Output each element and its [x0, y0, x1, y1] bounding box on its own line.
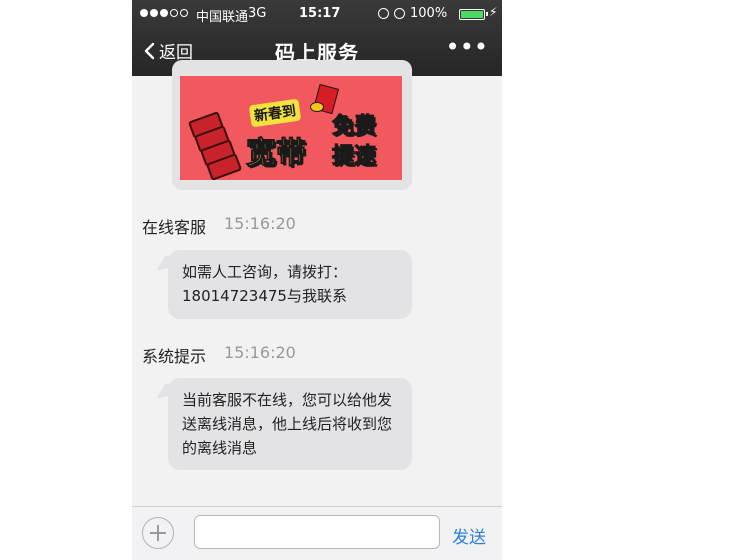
banner-top-text: 新春到	[248, 98, 302, 128]
status-time: 15:17	[299, 6, 341, 21]
message-sender: 在线客服	[142, 218, 207, 237]
message-time: 15:16:20	[224, 214, 296, 233]
carrier-label: 中国联通	[196, 10, 249, 25]
signal-dots-icon	[140, 9, 188, 17]
banner-side-text-2: 提速	[331, 144, 377, 170]
message-input[interactable]	[194, 515, 440, 549]
battery-percent: 100%	[410, 6, 448, 21]
banner-side-text-1: 免费	[331, 114, 377, 140]
promo-banner-image[interactable]: 新春到 宽带 免费 提速	[180, 76, 402, 180]
message-sender: 系统提示	[142, 347, 207, 366]
network-type: 3G	[248, 6, 267, 21]
message-bubble: 如需人工咨询，请拨打： 18014723475与我联系	[168, 250, 412, 319]
input-bar: 发送	[132, 506, 502, 560]
banner-main-text: 宽带	[246, 136, 307, 172]
phone-screen: 中国联通 3G 15:17 100% ⚡ 返回 码上服务 ••• 新春到 宽带 …	[132, 0, 502, 560]
coin-icon	[310, 102, 324, 112]
send-button[interactable]: 发送	[452, 523, 486, 548]
orientation-lock-icon	[378, 8, 389, 19]
charging-bolt-icon: ⚡	[489, 5, 498, 19]
battery-icon	[459, 9, 488, 20]
alarm-icon	[394, 8, 405, 19]
plus-circle-icon[interactable]	[142, 517, 174, 549]
message-bubble: 当前客服不在线，您可以给他发送离线消息，他上线后将收到您的离线消息	[168, 378, 412, 470]
more-dots-icon[interactable]: •••	[446, 35, 488, 59]
message-time: 15:16:20	[224, 343, 296, 362]
status-bar: 中国联通 3G 15:17 100% ⚡	[132, 0, 502, 28]
